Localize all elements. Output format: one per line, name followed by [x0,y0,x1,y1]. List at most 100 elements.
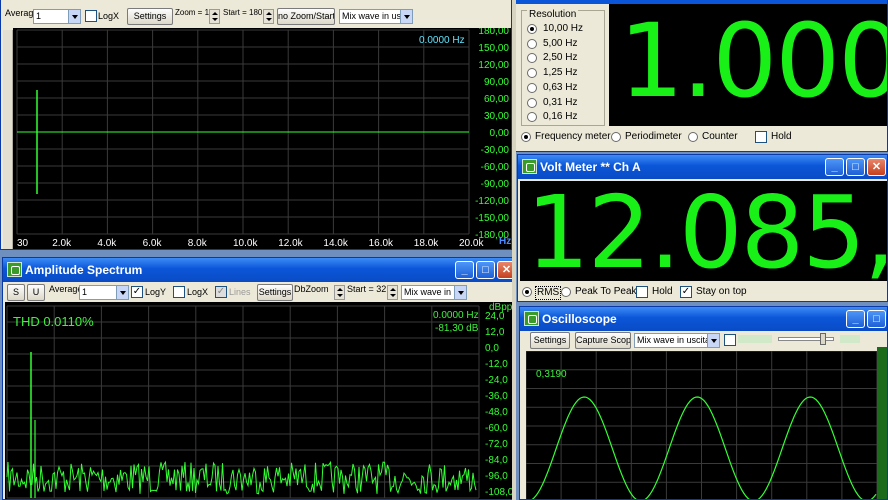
voltage-value: 12.085,1 [526,174,887,291]
app-icon [7,262,22,277]
frequency-display: 1.000 [609,2,887,126]
y-tick-label: -108,0 [485,487,514,498]
chevron-down-icon [68,10,80,23]
stay-on-top-checkbox[interactable]: ✓ [680,286,692,298]
u-button[interactable]: U [27,284,45,301]
peak-to-peak-radio[interactable] [561,287,571,297]
y-tick-label: -24,0 [485,375,508,386]
y-tick-label: -84,0 [485,455,508,466]
wave-select[interactable]: Mix wave in usci [339,9,413,24]
phase-spectrum-window: Average 1 LogX Settings Zoom = 1 Start =… [0,0,512,250]
resolution-option-label: 1,25 Hz [543,67,578,79]
y-tick-label: 30,00 [484,111,509,122]
volt-meter-window: Volt Meter ** Ch A _ □ ✕ 12.085,1 RMS Pe… [517,154,888,302]
minimize-button[interactable]: _ [846,310,865,328]
resolution-radio[interactable] [527,82,537,93]
no-zoom-button[interactable]: no Zoom/Start [277,8,335,25]
x-unit-label: Hz [499,236,511,247]
start-label: Start = 180 [223,8,263,17]
y-tick-label: 180,00 [478,28,509,37]
resolution-radio[interactable] [527,24,537,34]
zoom-spinner[interactable] [209,9,220,24]
x-tick-label: 18.0k [414,238,439,249]
counter-label: Counter [702,131,738,142]
dbzoom-spinner[interactable] [334,285,345,300]
maximize-button[interactable]: □ [867,310,886,328]
counter-radio[interactable] [688,132,698,142]
resolution-radio[interactable] [527,38,537,49]
resolution-option-label: 2,50 Hz [543,52,578,64]
resolution-option-label: 0,16 Hz [543,111,578,123]
plot-frame: 24,0 12,0 0,0 -12,0 -24,0 -36,0 -48,0 -60,0 -72,… [5,302,515,499]
average-select[interactable]: 1 [79,285,129,300]
titlebar: Oscilloscope _ □ [520,307,887,331]
resolution-option-label: 10,00 Hz [543,23,584,34]
logy-checkbox[interactable]: ✓ [131,286,143,298]
voltage-display: 12.085,1 [520,174,887,291]
hold-checkbox[interactable] [755,131,767,143]
periodimeter-radio[interactable] [611,132,621,142]
x-tick-label: 16.0k [369,238,394,249]
logx-checkbox[interactable] [173,286,185,298]
y-tick-label: 60,00 [484,94,509,105]
left-slider-track[interactable] [3,30,13,249]
wave-select[interactable]: Mix wave in us [401,285,467,300]
x-tick-label: 14.0k [323,238,348,249]
window-title: Amplitude Spectrum [25,263,143,277]
toolbar: Average 1 LogX Settings Zoom = 1 Start =… [1,0,511,28]
y-tick-label: 120,00 [478,60,509,71]
y-tick-label: -60,0 [485,423,508,434]
zoom-label: Zoom = 1 [175,8,210,17]
scope-frame: 0,3190 [526,351,877,499]
value-readout: 0,3190 [536,369,567,380]
faint-label [738,335,772,343]
s-button[interactable]: S [7,284,25,301]
maximize-button[interactable]: □ [476,261,495,279]
resolution-option-label: 0,31 Hz [543,96,578,108]
plot-frame: 180,00 150,00 120,00 90,00 60,00 30,00 0,00 -30… [13,28,511,249]
x-tick-label: 30 [17,238,29,249]
y-tick-label: 0,00 [490,128,510,139]
logx-checkbox[interactable] [85,10,97,22]
unit-label: dBpp [489,302,513,313]
hold-checkbox[interactable] [636,286,648,298]
freq-readout: 0.0000 Hz [433,310,479,321]
hold-label: Hold [652,286,673,297]
x-tick-label: 2.0k [52,238,72,249]
x-tick-label: 4.0k [97,238,117,249]
start-spinner[interactable] [263,9,274,24]
noise-floor-trace [6,460,477,495]
settings-button[interactable]: Settings [530,332,570,349]
logx-label: LogX [98,11,120,21]
peak-to-peak-label: Peak To Peak [575,286,637,297]
thd-readout: THD 0.0110% [13,314,94,329]
x-tick-label: 8.0k [188,238,208,249]
chevron-down-icon [400,10,412,23]
dbzoom-label: DbZoom [294,284,329,294]
rms-radio[interactable] [522,287,532,297]
frequency-meter-radio[interactable] [521,132,531,142]
average-select[interactable]: 1 [33,9,81,24]
settings-button[interactable]: Settings [127,8,173,25]
desktop-strip [512,0,516,500]
start-spinner[interactable] [387,285,398,300]
frequency-value: 1.000 [619,2,888,121]
wave-select[interactable]: Mix wave in uscita [634,333,720,348]
lines-label: Lines [229,287,251,297]
amplitude-spectrum-window: Amplitude Spectrum _ □ ✕ S U Average 1 ✓… [2,257,516,500]
resolution-radio[interactable] [527,97,537,108]
lines-checkbox[interactable]: ✓ [215,286,227,298]
minimize-button[interactable]: _ [455,261,474,279]
logy-label: LogY [145,287,167,297]
settings-button[interactable]: Settings [257,284,293,301]
y-tick-label: -30,00 [481,145,510,156]
db-readout: -81,30 dB [435,323,479,334]
scope-checkbox[interactable] [724,334,736,346]
average-label: Average [49,284,83,294]
window-title: Oscilloscope [542,312,617,326]
capture-scope-button[interactable]: Capture Scope [575,332,631,349]
resolution-option-label: 0,63 Hz [543,81,578,93]
right-scale [877,347,887,499]
chevron-down-icon [454,286,466,299]
scope-slider-thumb[interactable] [820,333,826,345]
